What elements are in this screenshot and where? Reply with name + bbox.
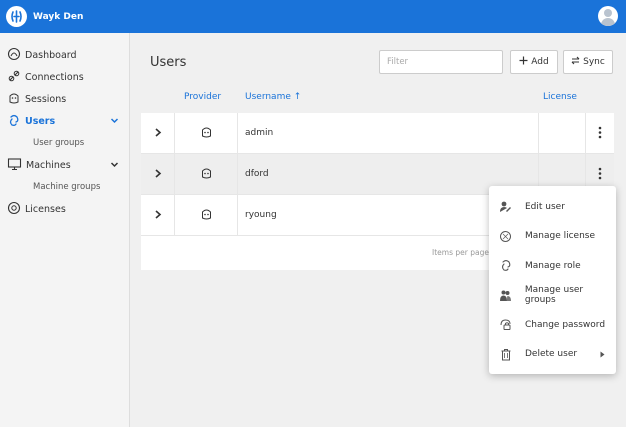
add-label: Add bbox=[531, 57, 549, 67]
sidebar-item-dashboard[interactable]: Dashboard bbox=[0, 44, 129, 66]
menu-item-manage-role[interactable]: Manage role bbox=[489, 251, 616, 281]
provider-cell bbox=[174, 195, 238, 236]
more-vertical-icon bbox=[598, 167, 602, 183]
column-provider[interactable]: Provider bbox=[184, 92, 221, 102]
submenu-arrow-icon bbox=[600, 351, 605, 361]
menu-item-manage-license[interactable]: Manage license bbox=[489, 222, 616, 252]
menu-item-label: Manage license bbox=[525, 231, 596, 242]
sidebar-item-connections[interactable]: Connections bbox=[0, 66, 129, 88]
expand-row-button[interactable] bbox=[141, 154, 174, 195]
menu-item-label: Edit user bbox=[525, 201, 565, 212]
chevron-right-icon bbox=[154, 127, 162, 140]
more-vertical-icon bbox=[598, 126, 602, 142]
username-cell: admin bbox=[245, 128, 274, 138]
license-icon bbox=[498, 230, 513, 243]
chevron-right-icon bbox=[154, 209, 162, 222]
sidebar-subitem-machine-groups[interactable]: Machine groups bbox=[0, 176, 129, 198]
menu-item-label: Manage user groups bbox=[524, 285, 584, 306]
sidebar: Dashboard Connections Sessions Users Use… bbox=[0, 33, 130, 427]
menu-item-edit-user[interactable]: Edit user bbox=[489, 192, 616, 222]
sidebar-item-licenses[interactable]: Licenses bbox=[0, 198, 129, 220]
menu-item-change-password[interactable]: Change password bbox=[489, 310, 616, 340]
brand[interactable]: Wayk Den bbox=[6, 6, 83, 27]
wayk-provider-icon bbox=[200, 208, 213, 223]
menu-item-label: Delete user bbox=[525, 349, 578, 360]
sidebar-item-label: Users bbox=[25, 115, 56, 127]
sidebar-item-label: Machines bbox=[26, 159, 71, 171]
sidebar-item-users[interactable]: Users bbox=[0, 110, 129, 132]
chevron-down-icon[interactable] bbox=[110, 160, 119, 172]
provider-cell bbox=[174, 154, 238, 195]
sidebar-item-label: Licenses bbox=[25, 203, 66, 215]
chevron-down-icon[interactable] bbox=[110, 116, 119, 128]
wayk-logo-icon bbox=[6, 6, 27, 27]
add-user-button[interactable]: Add bbox=[510, 50, 558, 74]
sync-button[interactable]: Sync bbox=[563, 50, 613, 74]
table-row[interactable]: admin bbox=[141, 113, 614, 154]
table-header: Provider Username ↑ License bbox=[141, 85, 614, 111]
role-icon bbox=[498, 259, 513, 272]
trash-icon bbox=[498, 348, 513, 361]
username-cell: ryoung bbox=[245, 210, 277, 220]
user-context-menu: Edit user Manage license Manage role Man… bbox=[489, 186, 616, 374]
expand-row-button[interactable] bbox=[141, 195, 174, 236]
chevron-right-icon bbox=[154, 168, 162, 181]
menu-item-delete-user[interactable]: Delete user bbox=[489, 340, 616, 370]
wayk-provider-icon bbox=[200, 167, 213, 182]
sidebar-item-machines[interactable]: Machines bbox=[0, 154, 129, 176]
gauge-icon bbox=[7, 47, 21, 64]
plus-icon bbox=[519, 56, 528, 68]
column-license[interactable]: License bbox=[543, 92, 577, 102]
link-icon bbox=[7, 69, 21, 86]
monitor-icon bbox=[7, 157, 22, 174]
license-cell bbox=[538, 113, 586, 154]
items-per-page-label: Items per page bbox=[432, 248, 489, 257]
user-groups-icon bbox=[498, 289, 513, 302]
sidebar-item-label: Dashboard bbox=[25, 49, 77, 61]
row-menu-button[interactable] bbox=[593, 167, 607, 182]
username-cell: dford bbox=[245, 169, 269, 179]
sync-icon bbox=[571, 56, 580, 68]
sidebar-subitem-user-groups[interactable]: User groups bbox=[0, 132, 129, 154]
sidebar-item-sessions[interactable]: Sessions bbox=[0, 88, 129, 110]
sessions-icon bbox=[7, 91, 21, 108]
filter-input[interactable]: Filter bbox=[379, 50, 503, 74]
row-menu-button[interactable] bbox=[593, 126, 607, 141]
top-bar: Wayk Den bbox=[0, 0, 626, 33]
column-username[interactable]: Username ↑ bbox=[245, 92, 301, 102]
users-icon bbox=[7, 113, 21, 130]
menu-item-manage-user-groups[interactable]: Manage user groups bbox=[489, 281, 616, 311]
provider-cell bbox=[174, 113, 238, 154]
edit-user-icon bbox=[498, 200, 513, 213]
page-title: Users bbox=[150, 55, 187, 70]
sync-label: Sync bbox=[583, 57, 605, 67]
app-name: Wayk Den bbox=[33, 11, 84, 22]
expand-row-button[interactable] bbox=[141, 113, 174, 154]
sidebar-item-label: Connections bbox=[25, 71, 84, 83]
password-icon bbox=[498, 318, 513, 331]
wayk-provider-icon bbox=[200, 126, 213, 141]
menu-item-label: Change password bbox=[525, 319, 606, 330]
sidebar-item-label: Sessions bbox=[25, 93, 67, 105]
license-icon bbox=[7, 201, 21, 218]
user-avatar[interactable] bbox=[598, 6, 618, 26]
menu-item-label: Manage role bbox=[525, 260, 581, 271]
